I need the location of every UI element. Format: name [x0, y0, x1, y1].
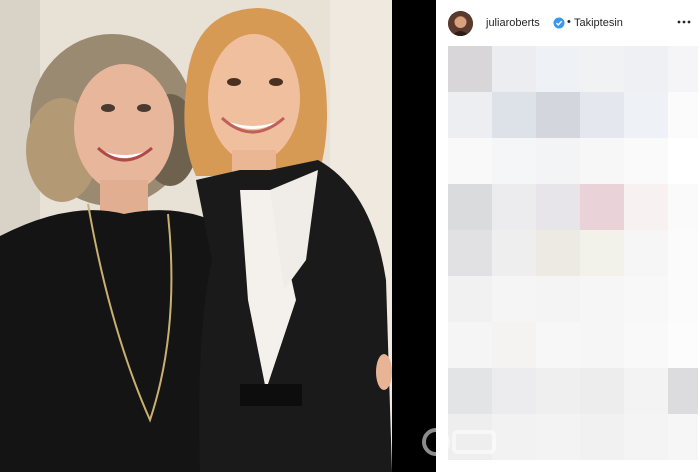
- pixel-block: [492, 138, 536, 184]
- pixel-block: [492, 46, 536, 92]
- pixel-block: [624, 414, 668, 460]
- pixel-block: [580, 92, 624, 138]
- pixel-block: [492, 322, 536, 368]
- pixel-block: [668, 184, 698, 230]
- pixel-block: [580, 184, 624, 230]
- verified-badge-icon: [553, 16, 565, 29]
- pixel-block: [448, 92, 492, 138]
- pixel-block: [448, 368, 492, 414]
- profile-avatar[interactable]: [448, 11, 473, 36]
- username-link[interactable]: juliaroberts: [486, 16, 540, 30]
- pixel-block: [580, 368, 624, 414]
- pixel-block: [668, 276, 698, 322]
- pixel-block: [492, 230, 536, 276]
- pixel-block: [536, 322, 580, 368]
- watermark-logo: [422, 428, 496, 456]
- more-options-icon[interactable]: [677, 15, 691, 29]
- pixel-block: [536, 230, 580, 276]
- pixel-block: [448, 322, 492, 368]
- pixel-block: [580, 138, 624, 184]
- pixel-block: [448, 276, 492, 322]
- pixel-block: [624, 184, 668, 230]
- pixel-block: [536, 414, 580, 460]
- pixel-block: [624, 92, 668, 138]
- pixel-block: [536, 184, 580, 230]
- photo-letterbox: [392, 0, 436, 472]
- pixel-block: [448, 46, 492, 92]
- post-header: juliaroberts • Takiptesin: [436, 0, 700, 44]
- pixel-block: [580, 46, 624, 92]
- pixel-block: [448, 230, 492, 276]
- pixel-block: [624, 230, 668, 276]
- pixel-block: [536, 368, 580, 414]
- pixel-block: [536, 46, 580, 92]
- pixel-block: [668, 368, 698, 414]
- pixel-block: [580, 230, 624, 276]
- pixel-block: [668, 230, 698, 276]
- pixel-block: [624, 138, 668, 184]
- pixel-block: [536, 276, 580, 322]
- pixel-block: [492, 276, 536, 322]
- pixel-block: [624, 276, 668, 322]
- pixel-block: [492, 368, 536, 414]
- pixel-block: [624, 46, 668, 92]
- pixelated-comments: [448, 46, 698, 466]
- pixel-block: [492, 184, 536, 230]
- post-photo[interactable]: [0, 0, 392, 472]
- pixel-block: [448, 138, 492, 184]
- pixel-block: [668, 322, 698, 368]
- pixel-block: [668, 92, 698, 138]
- pixel-block: [668, 138, 698, 184]
- pixel-block: [536, 92, 580, 138]
- pixel-block: [580, 414, 624, 460]
- instagram-post: juliaroberts • Takiptesin: [0, 0, 700, 472]
- pixel-block: [492, 92, 536, 138]
- post-side-panel: juliaroberts • Takiptesin: [436, 0, 700, 472]
- pixel-block: [624, 322, 668, 368]
- header-separator: •: [567, 16, 571, 28]
- pixel-block: [668, 414, 698, 460]
- pixel-block: [580, 322, 624, 368]
- pixel-block: [668, 46, 698, 92]
- pixel-block: [624, 368, 668, 414]
- follow-status[interactable]: Takiptesin: [574, 16, 623, 30]
- pixel-block: [580, 276, 624, 322]
- pixel-block: [536, 138, 580, 184]
- pixel-block: [448, 184, 492, 230]
